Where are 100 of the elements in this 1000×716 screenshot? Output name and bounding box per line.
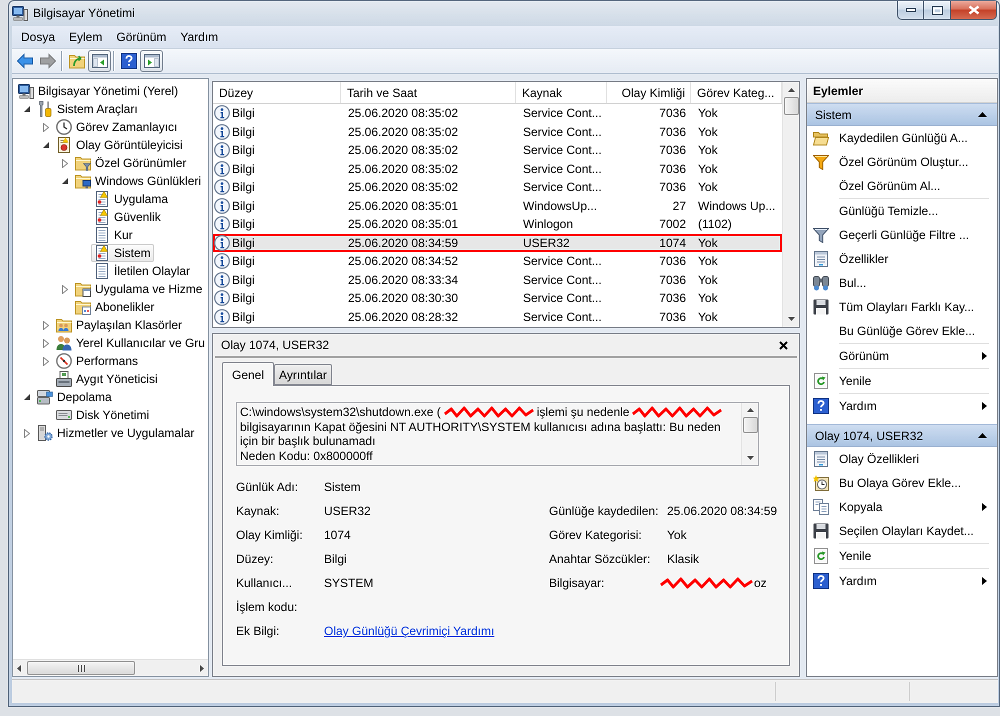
tree-item[interactable]: Yerel Kullanıcılar ve Gru [53,334,208,352]
action-item[interactable]: Yardım [807,569,997,593]
tree-item[interactable]: Görev Zamanlayıcı [53,118,180,136]
toolbar-button[interactable] [140,50,163,72]
event-row[interactable]: Bilgi 25.06.2020 08:30:30 Service Cont... 7036 Yok [213,289,782,308]
action-item[interactable]: Özellikler [807,247,997,271]
services-icon [37,425,53,441]
window-pane-icon [144,53,160,69]
action-item[interactable]: Bu Olaya Görev Ekle... [807,471,997,495]
event-row[interactable]: Bilgi 25.06.2020 08:35:02 Service Cont... 7036 Yok [213,178,782,196]
menu-item[interactable]: Eylem [62,28,110,46]
section-header[interactable]: Sistem [807,103,997,126]
action-item[interactable]: Bul... [807,271,997,295]
action-item[interactable]: Yardım [807,394,997,418]
table-cell-text: 1074 [658,236,687,250]
scroll-right-icon[interactable] [200,664,204,672]
tree-item[interactable]: İletilen Olaylar [91,262,194,280]
tree-item[interactable]: Olay Görüntüleyicisi [53,136,186,154]
event-row[interactable]: Bilgi 25.06.2020 08:34:59 USER32 1074 Yok [213,234,782,252]
action-item[interactable]: Görünüm [807,344,997,368]
tree-item[interactable]: Sistem Araçları [34,100,141,118]
event-row[interactable]: Bilgi 25.06.2020 08:35:01 WindowsUp... 27 Windows Up... [213,196,782,215]
field-label: Kaynak: [236,504,280,518]
tree-item[interactable]: Paylaşılan Klasörler [53,316,186,334]
table-cell: Bilgi [232,143,255,158]
table-cell-text: Service Cont... [522,291,603,306]
action-item[interactable]: Seçilen Olayları Kaydet... [807,519,997,543]
tree-item[interactable]: Disk Yönetimi [53,406,152,424]
caret-icon[interactable] [24,394,30,400]
action-item[interactable]: Tüm Olayları Farklı Kay... [807,295,997,319]
scroll-down-icon[interactable] [746,456,754,460]
table-cell-text: 25.06.2020 08:33:34 [347,272,460,287]
scroll-thumb[interactable] [742,417,758,433]
tree-item[interactable]: Performans [53,352,142,370]
tree-item[interactable]: Hizmetler ve Uygulamalar [34,424,198,442]
tree-item[interactable]: Kur [91,226,136,244]
event-row[interactable]: Bilgi 25.06.2020 08:34:52 Service Cont... 7036 Yok [213,252,782,270]
action-item[interactable]: Özel Görünüm Al... [807,174,997,198]
properties-icon [813,451,829,467]
action-item[interactable]: Yenile [807,369,997,393]
horizontal-scrollbar[interactable] [13,659,208,676]
scroll-up-icon[interactable] [788,88,794,92]
up-folder-icon [68,53,84,69]
event-row[interactable]: Bilgi 25.06.2020 08:35:01 Winlogon 7002 (1102) [213,215,782,234]
action-item[interactable]: Özel Görünüm Oluştur... [807,150,997,174]
scroll-down-icon[interactable] [788,317,794,321]
event-row[interactable]: Bilgi 25.06.2020 08:35:02 Service Cont... 7036 Yok [213,122,782,141]
scroll-up-icon[interactable] [746,408,754,412]
close-button[interactable] [951,1,997,20]
caret-icon[interactable] [62,178,68,184]
vertical-scrollbar[interactable] [782,82,799,327]
tree-item[interactable]: Özel Görünümler [72,154,190,172]
close-icon[interactable] [779,340,788,350]
table-cell-text: Yok [697,124,719,139]
tree-item[interactable]: Aygıt Yöneticisi [53,370,161,388]
storage-icon [37,389,53,405]
event-row[interactable]: Bilgi 25.06.2020 08:35:02 Service Cont... 7036 Yok [213,104,782,122]
action-item[interactable]: Kaydedilen Günlüğü A... [807,126,997,150]
table-cell-text: Yok [697,106,719,120]
tab[interactable]: Ayrıntılar [274,364,332,385]
window-folder-icon [75,281,91,297]
caret-icon[interactable] [24,106,30,112]
table-cell-text: Yok [697,162,719,176]
action-item[interactable]: Bu Günlüğe Görev Ekle... [807,319,997,343]
vertical-scrollbar[interactable] [741,403,758,465]
scroll-thumb[interactable] [784,97,798,115]
section-header[interactable]: Olay 1074, USER32 [807,424,997,447]
scroll-left-icon[interactable] [17,664,21,672]
tree-item[interactable]: Güvenlik [91,208,164,226]
maximize-button[interactable] [924,1,951,20]
event-row[interactable]: Bilgi 25.06.2020 08:35:02 Service Cont... 7036 Yok [213,141,782,160]
menu-item[interactable]: Yardım [173,28,226,46]
action-item[interactable]: Yenile [807,544,997,568]
event-row[interactable]: Bilgi 25.06.2020 08:28:32 Service Cont... 7036 Yok [213,308,782,326]
binoculars-icon [813,275,829,291]
tree-item[interactable]: Windows Günlükleri [72,172,204,190]
tree-item[interactable]: Abonelikler [72,298,158,316]
tree-item[interactable]: Uygulama ve Hizme [72,280,206,298]
event-row[interactable]: Bilgi 25.06.2020 08:33:34 Service Cont... 7036 Yok [213,270,782,289]
action-item[interactable]: Kopyala [807,495,997,519]
caret-icon[interactable] [43,142,49,148]
tree-item[interactable]: Bilgisayar Yönetimi (Yerel) [15,82,182,100]
help-link[interactable]: Olay Günlüğü Çevrimiçi Yardımı [324,624,549,638]
table-cell: Bilgi [232,162,255,176]
action-item[interactable]: Olay Özellikleri [807,447,997,471]
menu-item[interactable]: Dosya [14,28,62,46]
event-row[interactable]: Bilgi 25.06.2020 08:35:02 Service Cont... 7036 Yok [213,160,782,178]
tree-item[interactable]: Depolama [34,388,115,406]
action-item[interactable]: Geçerli Günlüğe Filtre ... [807,223,997,247]
action-item[interactable]: Günlüğü Temizle... [807,199,997,223]
computer-icon [12,4,28,20]
tree-item[interactable]: Uygulama [91,190,172,208]
minimize-button[interactable] [897,1,924,20]
table-cell-text: Service Cont... [522,143,603,158]
tree-item[interactable]: Sistem [91,244,154,262]
tab[interactable]: Genel [222,362,274,386]
toolbar-button[interactable] [88,50,111,72]
menu-item[interactable]: Görünüm [109,28,174,46]
description-textarea[interactable]: C:\windows\system32\shutdown.exe ( işlemi şu nedenle bilgisayarının Kapat öğesini NT AUTHORITY\SYSTEM kullanıcısı adına başlattı: Bu neden için bir başlık bulunamadı Neden Kodu: 0x800000ff [236,402,759,466]
scroll-thumb[interactable] [27,661,135,675]
